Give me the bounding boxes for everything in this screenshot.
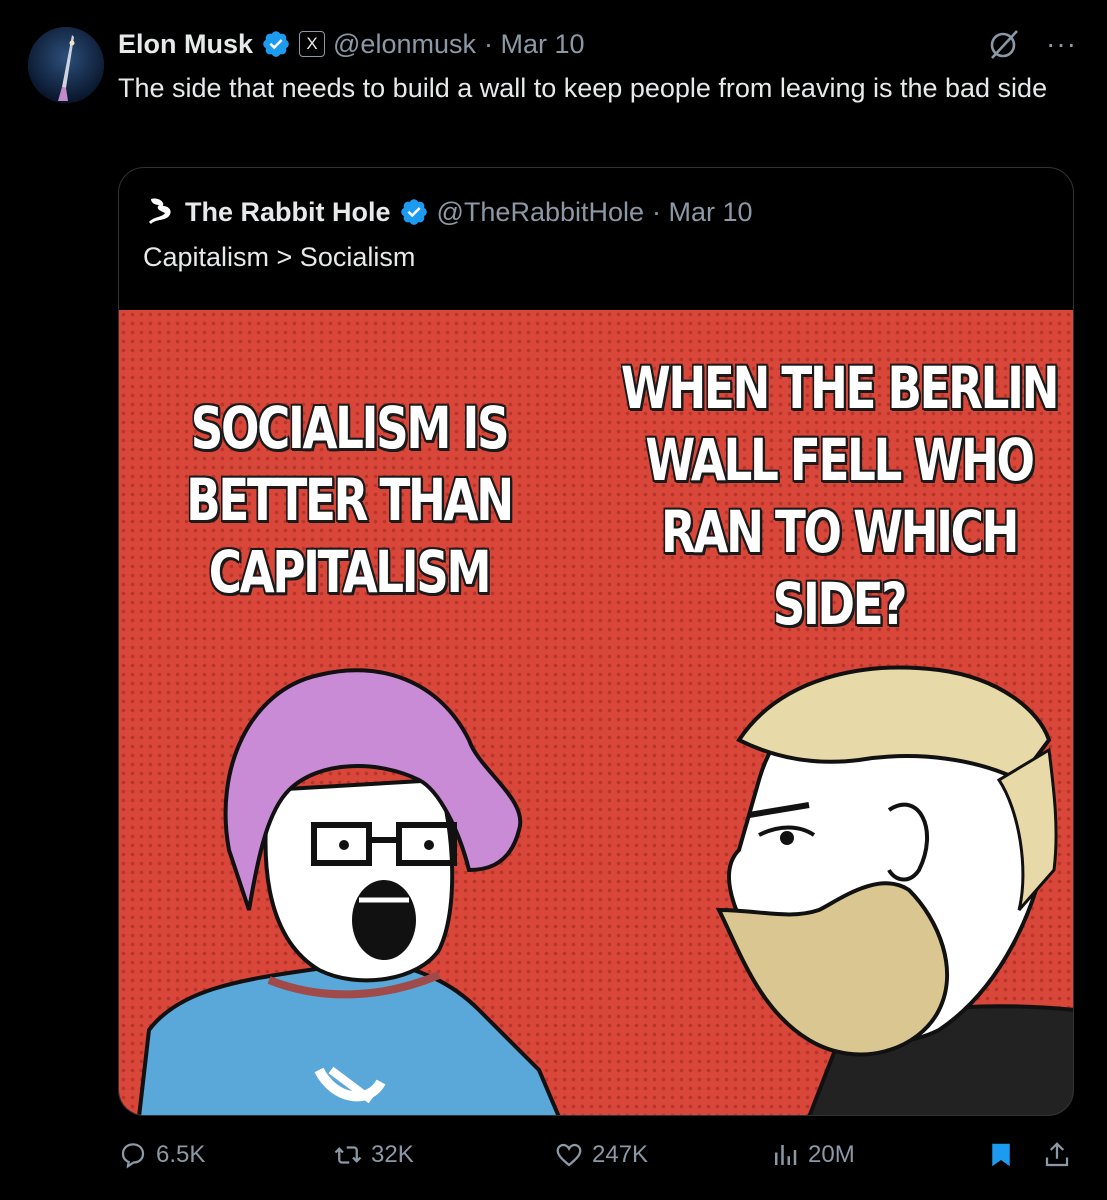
share-button[interactable] xyxy=(1042,1140,1072,1170)
like-count: 247K xyxy=(592,1141,649,1168)
quoted-tweet[interactable]: The Rabbit Hole @TheRabbitHole · Mar 10 … xyxy=(118,167,1074,1116)
more-icon[interactable]: ··· xyxy=(1046,30,1077,58)
author-name[interactable]: Elon Musk xyxy=(118,29,253,60)
meme-right-caption: WHEN THE BERLIN WALL FELL WHO RAN TO WHI… xyxy=(620,354,1060,638)
action-bar: 6.5K 32K 247K 20M xyxy=(118,1140,1078,1184)
bookmark-icon xyxy=(992,1143,1010,1167)
views-icon xyxy=(775,1145,797,1165)
tweet-header: Elon Musk X @elonmusk · Mar 10 xyxy=(118,26,585,62)
like-button[interactable]: 247K xyxy=(554,1140,648,1170)
views-count: 20M xyxy=(808,1141,855,1168)
grok-icon[interactable] xyxy=(986,26,1022,62)
tweet-text: The side that needs to build a wall to k… xyxy=(118,73,1048,103)
heart-icon xyxy=(556,1143,582,1167)
meme-image[interactable]: SOCIALISM IS BETTER THAN CAPITALISM WHEN… xyxy=(119,310,1073,1115)
retweet-count: 32K xyxy=(371,1141,414,1168)
retweet-button[interactable]: 32K xyxy=(333,1140,414,1170)
verified-badge-icon xyxy=(263,31,289,57)
quote-date[interactable]: · Mar 10 xyxy=(652,197,753,228)
top-actions: ··· xyxy=(986,26,1077,62)
author-handle[interactable]: @elonmusk xyxy=(333,29,476,60)
quote-header: The Rabbit Hole @TheRabbitHole · Mar 10 xyxy=(143,194,753,230)
reply-button[interactable]: 6.5K xyxy=(118,1140,205,1170)
quote-text: Capitalism > Socialism xyxy=(143,242,416,272)
avatar-image xyxy=(28,27,104,103)
bookmark-button[interactable] xyxy=(986,1140,1016,1170)
views-button[interactable]: 20M xyxy=(770,1140,855,1170)
verified-badge-icon xyxy=(400,199,427,225)
quote-author-name[interactable]: The Rabbit Hole xyxy=(185,197,391,228)
meme-left-caption: SOCIALISM IS BETTER THAN CAPITALISM xyxy=(186,394,514,606)
tweet-date[interactable]: · Mar 10 xyxy=(484,29,585,60)
reply-count: 6.5K xyxy=(156,1141,206,1168)
affiliate-x-badge[interactable]: X xyxy=(299,31,326,57)
rabbit-hole-logo-icon xyxy=(149,198,171,224)
retweet-icon xyxy=(334,1146,362,1164)
author-avatar[interactable] xyxy=(28,27,104,103)
reply-icon xyxy=(121,1143,145,1169)
quote-author-handle[interactable]: @TheRabbitHole xyxy=(437,197,645,228)
share-icon xyxy=(1045,1142,1069,1167)
